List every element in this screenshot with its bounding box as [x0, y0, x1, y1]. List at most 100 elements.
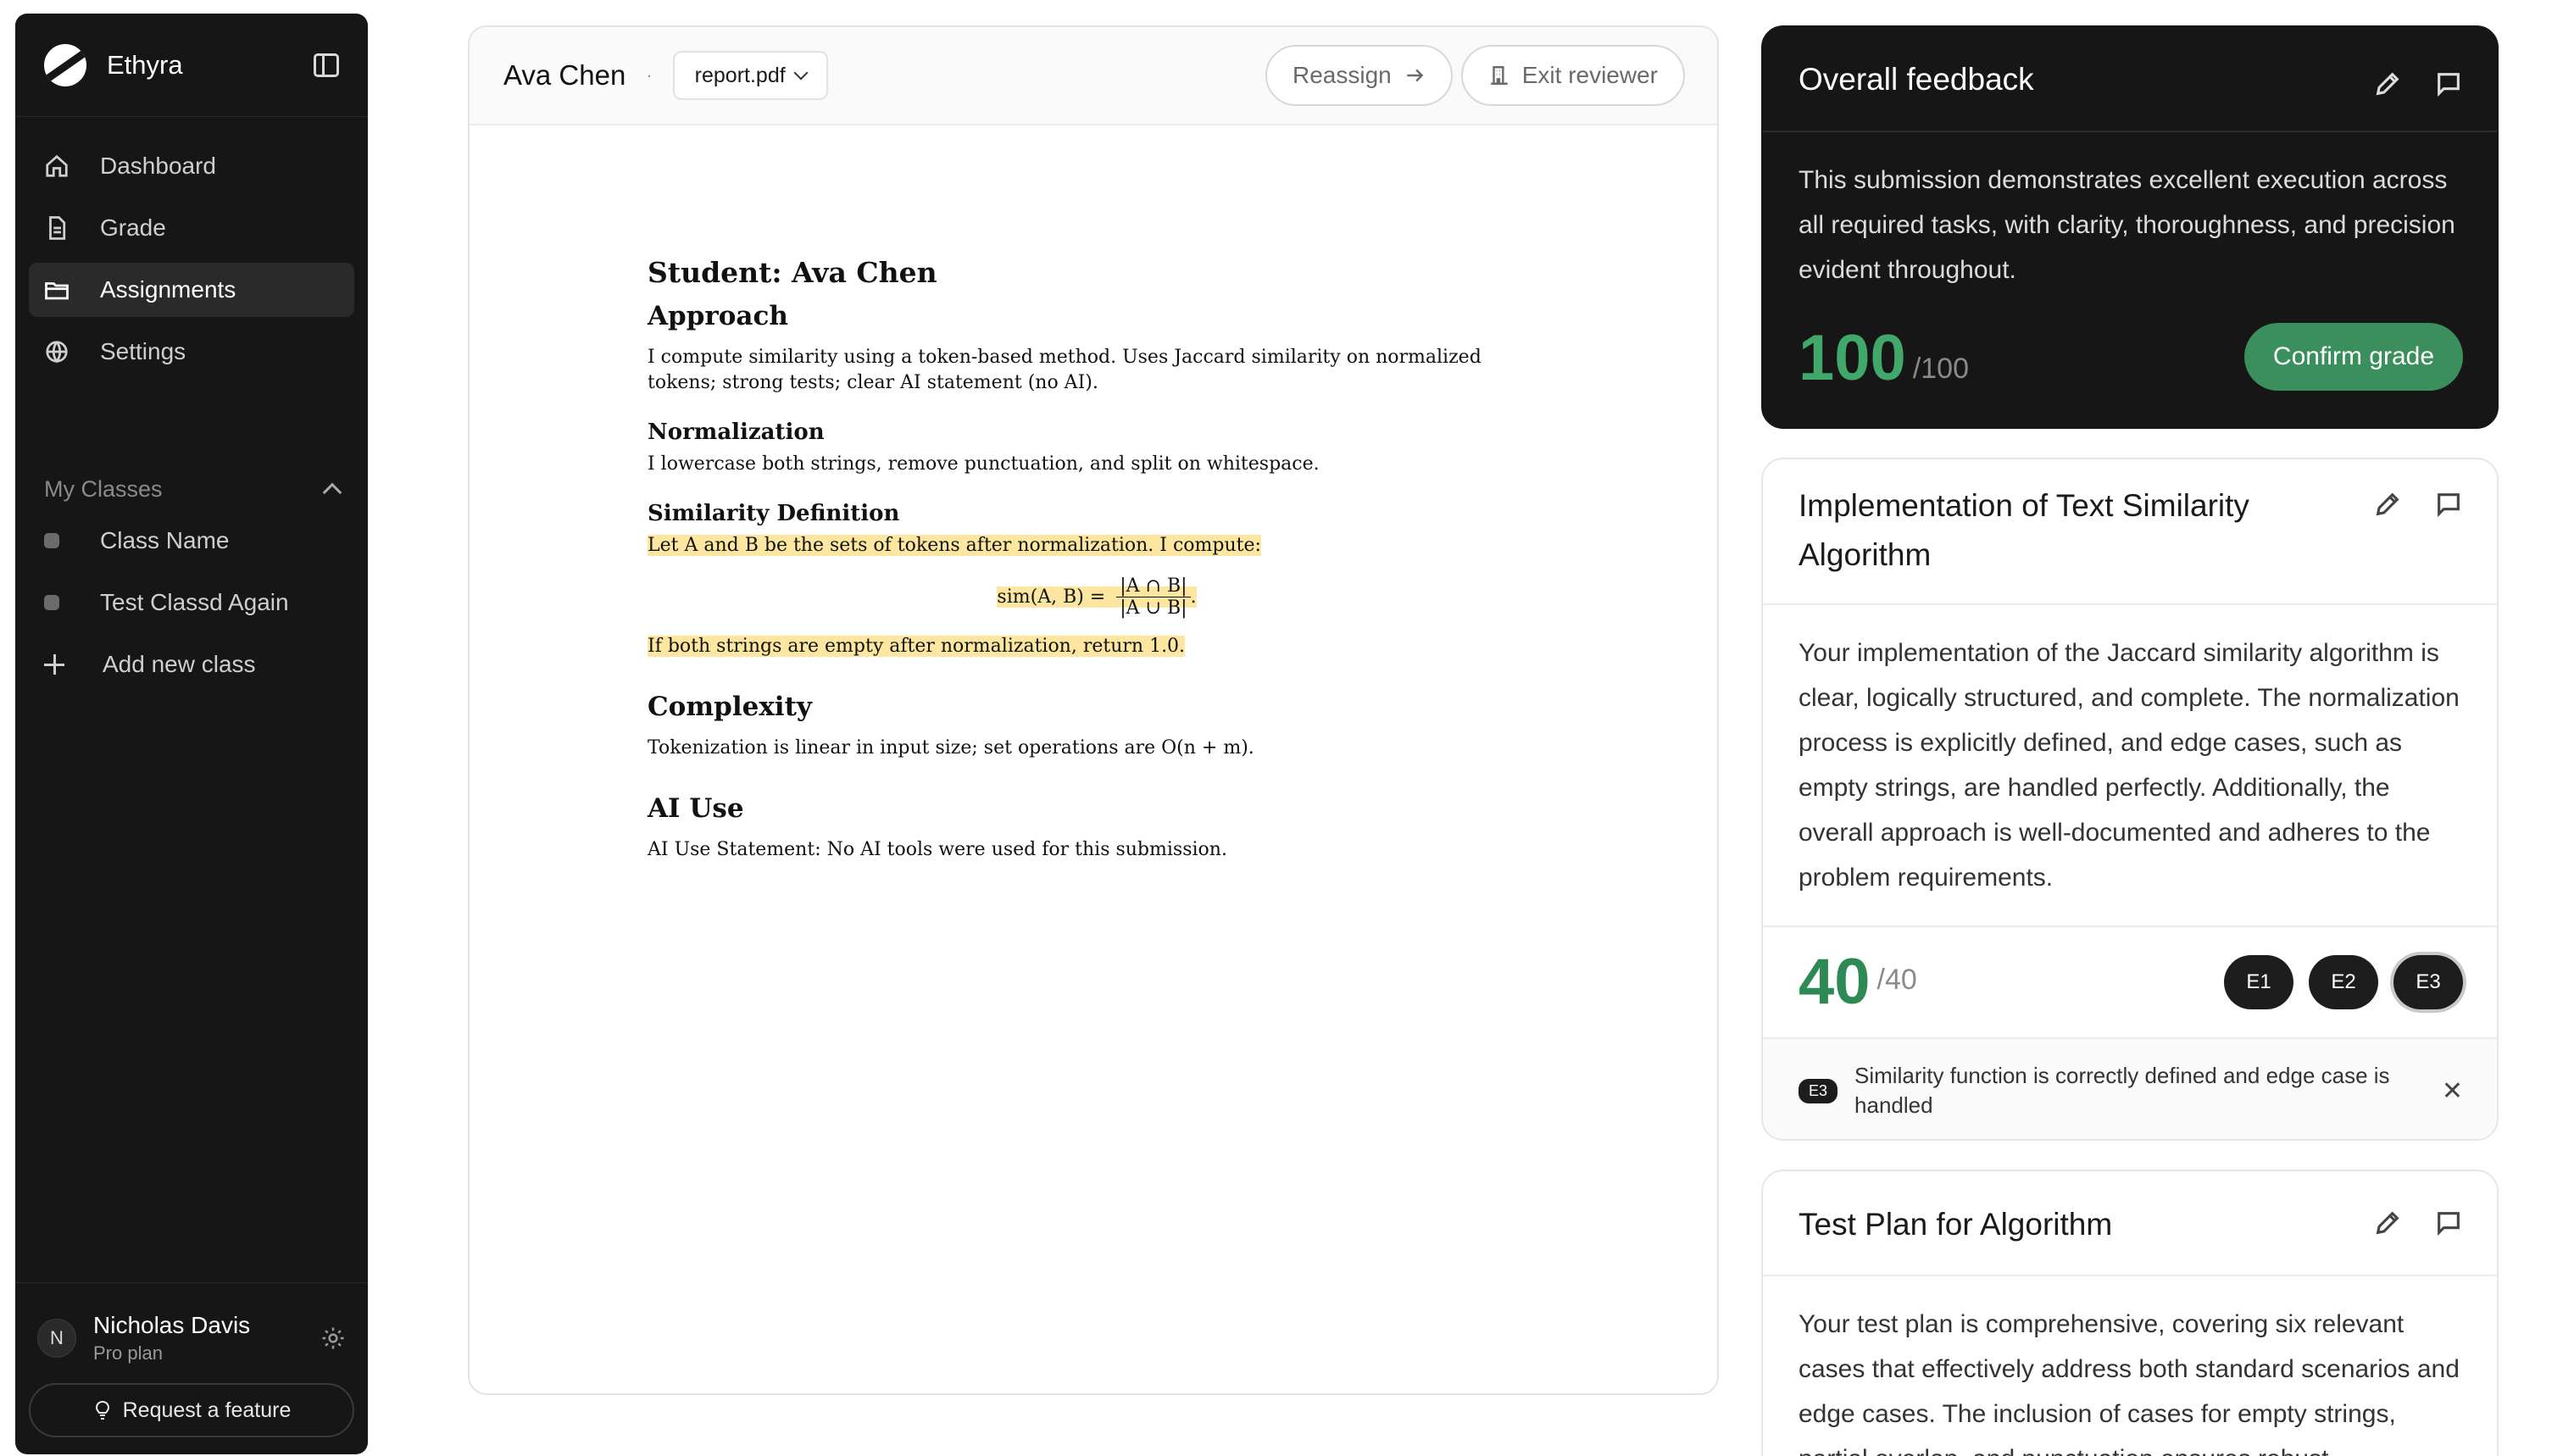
pencil-icon[interactable] [2373, 490, 2402, 519]
criterion-card: Test Plan for Algorithm Your test plan i… [1761, 1170, 2499, 1456]
sidebar: Ethyra Dashboard Grade Assignments Setti… [15, 14, 368, 1454]
chevron-up-icon [322, 482, 342, 503]
chevron-down-icon [793, 65, 809, 81]
comment-icon[interactable] [2434, 1209, 2463, 1237]
highlighted-text[interactable]: If both strings are empty after normaliz… [648, 636, 1186, 657]
brand-name: Ethyra [107, 49, 183, 80]
pencil-icon[interactable] [2373, 69, 2402, 98]
close-icon[interactable]: ✕ [2442, 1076, 2463, 1106]
add-class-label: Add new class [103, 651, 256, 677]
document-viewer: Ava Chen · report.pdf Reassign Exit revi… [468, 25, 1719, 1395]
comment-icon[interactable] [2434, 69, 2463, 98]
request-feature-label: Request a feature [122, 1398, 292, 1422]
card-title: Overall feedback [1799, 62, 2034, 97]
formula-lhs: sim(A, B) = [997, 586, 1106, 608]
class-label: Class Name [100, 527, 230, 553]
reassign-label: Reassign [1293, 62, 1392, 88]
nav-item-assignments[interactable]: Assignments [29, 263, 354, 317]
formula-numerator: |A ∩ B| [1116, 575, 1191, 597]
card-header: Test Plan for Algorithm [1763, 1171, 2497, 1276]
file-name: report.pdf [694, 63, 786, 87]
lightbulb-icon [95, 1400, 109, 1420]
criterion-score: 40 [1799, 946, 1871, 1018]
class-color-icon [44, 595, 59, 610]
criterion-feedback-text: Your implementation of the Jaccard simil… [1799, 639, 2460, 892]
class-label: Test Classd Again [100, 589, 289, 615]
pencil-icon[interactable] [2373, 1209, 2402, 1237]
evidence-note-text: Similarity function is correctly defined… [1854, 1063, 2390, 1118]
section-heading: AI Use [648, 793, 744, 824]
gear-icon[interactable] [320, 1325, 346, 1351]
card-header: Implementation of Text Similarity Algori… [1763, 459, 2497, 605]
card-title: Test Plan for Algorithm [1799, 1207, 2113, 1242]
avatar: N [37, 1319, 76, 1358]
evidence-chip-e1[interactable]: E1 [2224, 955, 2293, 1009]
formula-denominator: |A ∪ B| [1120, 597, 1187, 619]
sidebar-footer: N Nicholas Davis Pro plan Request a feat… [15, 1282, 368, 1454]
user-profile[interactable]: N Nicholas Davis Pro plan [29, 1312, 354, 1364]
main-nav: Dashboard Grade Assignments Settings [15, 117, 368, 379]
nav-item-dashboard[interactable]: Dashboard [29, 139, 354, 193]
add-class-button[interactable]: Add new class [15, 637, 368, 692]
overall-score-max: /100 [1912, 353, 1969, 385]
nav-item-settings[interactable]: Settings [29, 325, 354, 379]
paper-title: Student: Ava Chen [648, 256, 937, 289]
file-selector[interactable]: report.pdf [672, 51, 828, 100]
overall-feedback-card: Overall feedback This submission demonst… [1761, 25, 2499, 429]
my-classes-title: My Classes [44, 475, 163, 502]
exit-reviewer-button[interactable]: Exit reviewer [1460, 45, 1685, 106]
highlighted-text[interactable]: Let A and B be the sets of tokens after … [648, 535, 1261, 556]
paragraph: AI Use Statement: No AI tools were used … [648, 839, 1227, 860]
overall-score-row: 100 /100 Confirm grade [1763, 323, 2497, 391]
criterion-score-max: /40 [1876, 963, 1917, 996]
class-item[interactable]: Class Name [15, 514, 368, 568]
class-item[interactable]: Test Classd Again [15, 575, 368, 630]
globe-icon [44, 339, 69, 364]
nav-label: Settings [100, 338, 186, 364]
exit-reviewer-label: Exit reviewer [1521, 62, 1658, 88]
nav-label: Dashboard [100, 153, 216, 179]
document-header: Ava Chen · report.pdf Reassign Exit revi… [470, 27, 1717, 125]
section-heading: Normalization [648, 420, 825, 445]
section-heading: Similarity Definition [648, 501, 900, 526]
home-icon [44, 153, 69, 179]
section-heading: Complexity [648, 692, 812, 722]
overall-feedback-text: This submission demonstrates excellent e… [1799, 166, 2455, 284]
user-plan: Pro plan [93, 1342, 163, 1364]
class-color-icon [44, 533, 59, 548]
card-header: Overall feedback [1763, 27, 2497, 132]
my-classes-header[interactable]: My Classes [15, 472, 368, 506]
evidence-chip-e3[interactable]: E3 [2393, 955, 2463, 1009]
paragraph: I lowercase both strings, remove punctua… [648, 453, 1320, 475]
criterion-score-row: 40 /40 E1 E2 E3 [1763, 925, 2497, 1037]
evidence-note: E3 Similarity function is correctly defi… [1763, 1037, 2497, 1139]
reassign-button[interactable]: Reassign [1265, 45, 1453, 106]
section-heading: Approach [648, 301, 788, 331]
criterion-feedback-text: Your test plan is comprehensive, coverin… [1799, 1310, 2460, 1456]
request-feature-button[interactable]: Request a feature [29, 1383, 354, 1437]
paragraph: I compute similarity using a token-based… [648, 347, 1482, 393]
nav-label: Grade [100, 214, 166, 241]
overall-score: 100 [1799, 322, 1906, 394]
plus-icon [44, 654, 64, 675]
sidebar-header: Ethyra [15, 14, 368, 117]
nav-item-grade[interactable]: Grade [29, 201, 354, 255]
separator-dot: · [646, 64, 653, 86]
pdf-page: Student: Ava Chen Approach I compute sim… [648, 256, 1546, 863]
evidence-chip-e2[interactable]: E2 [2309, 955, 2378, 1009]
user-name: Nicholas Davis [93, 1312, 251, 1338]
comment-icon[interactable] [2434, 490, 2463, 519]
card-title: Implementation of Text Similarity Algori… [1799, 488, 2249, 572]
sidebar-toggle-icon[interactable] [314, 53, 339, 77]
ethyra-logo-icon [44, 43, 86, 86]
formula: sim(A, B) = |A ∩ B| |A ∪ B| . [997, 575, 1197, 619]
document-icon [44, 215, 69, 241]
arrow-right-icon [1407, 69, 1424, 82]
folder-icon [44, 277, 69, 303]
criterion-card: Implementation of Text Similarity Algori… [1761, 458, 2499, 1141]
confirm-grade-button[interactable]: Confirm grade [2243, 323, 2463, 391]
student-name: Ava Chen [503, 59, 626, 91]
paragraph: Tokenization is linear in input size; se… [648, 737, 1254, 759]
evidence-tag: E3 [1799, 1078, 1838, 1103]
nav-label: Assignments [100, 276, 236, 303]
